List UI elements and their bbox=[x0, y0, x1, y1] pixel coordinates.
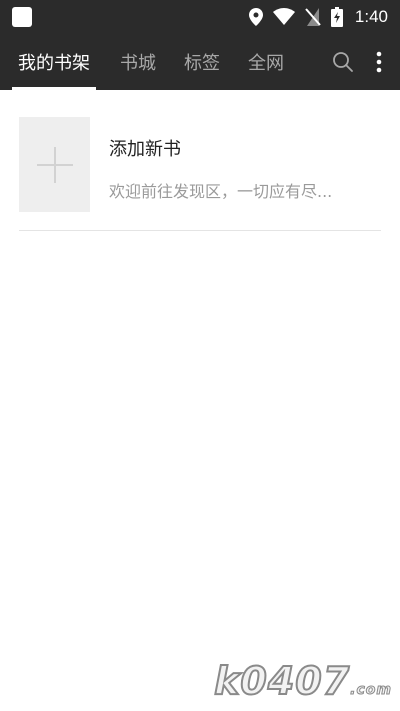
status-right: 1:40 bbox=[248, 6, 388, 27]
status-bar: 1:40 bbox=[0, 0, 400, 33]
add-book-title: 添加新书 bbox=[109, 139, 181, 160]
tab-tags[interactable]: 标签 bbox=[180, 33, 224, 90]
status-left bbox=[12, 6, 32, 27]
watermark-text: k0407 bbox=[213, 658, 351, 704]
add-book-description: 欢迎前往发现区，一切应有尽... bbox=[109, 182, 333, 201]
toolbar-actions bbox=[328, 33, 400, 90]
tab-whole-web[interactable]: 全网 bbox=[244, 33, 288, 90]
clock: 1:40 bbox=[354, 6, 388, 26]
watermark-suffix: .com bbox=[350, 682, 392, 699]
tab-my-bookshelf[interactable]: 我的书架 bbox=[12, 33, 96, 90]
location-pin-icon bbox=[248, 7, 263, 26]
no-sim-icon bbox=[305, 7, 321, 26]
wifi-icon bbox=[272, 8, 295, 25]
search-icon bbox=[333, 51, 353, 72]
add-book-item[interactable]: 添加新书 欢迎前往发现区，一切应有尽... bbox=[19, 117, 381, 231]
more-vertical-icon bbox=[376, 51, 382, 72]
tab-bar: 我的书架 书城 标签 全网 bbox=[0, 33, 328, 90]
list-divider bbox=[19, 230, 381, 231]
app-square-icon bbox=[12, 6, 32, 27]
site-watermark: k0407.com bbox=[213, 658, 392, 704]
toolbar: 我的书架 书城 标签 全网 bbox=[0, 33, 400, 90]
more-menu-button[interactable] bbox=[372, 47, 386, 77]
search-button[interactable] bbox=[328, 47, 358, 77]
tab-bookstore[interactable]: 书城 bbox=[116, 33, 160, 90]
plus-icon bbox=[36, 146, 73, 183]
add-book-cover bbox=[19, 117, 90, 212]
battery-charging-icon bbox=[330, 6, 343, 27]
add-book-text: 添加新书 欢迎前往发现区，一切应有尽... bbox=[109, 117, 332, 231]
